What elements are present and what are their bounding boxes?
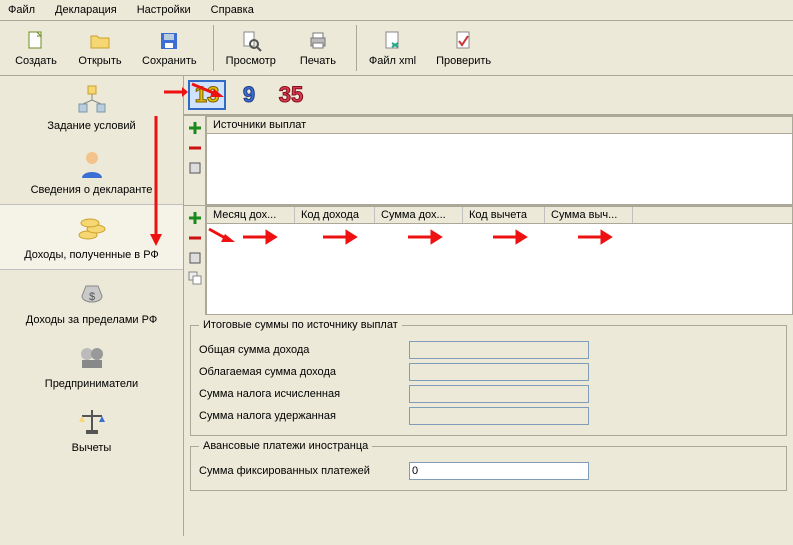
briefcase-icon	[76, 342, 108, 374]
annotation-arrow	[205, 225, 235, 247]
create-button[interactable]: Создать	[6, 25, 66, 71]
add-income-button[interactable]	[187, 210, 203, 226]
sidebar-item-income-abroad[interactable]: $ Доходы за пределами РФ	[0, 270, 183, 334]
print-button[interactable]: Печать	[288, 25, 348, 71]
sources-toolbar	[184, 116, 206, 205]
edit-income-button[interactable]	[187, 250, 203, 266]
col-month[interactable]: Месяц дох...	[207, 207, 295, 223]
edit-source-button[interactable]	[187, 160, 203, 176]
remove-source-button[interactable]	[187, 140, 203, 156]
copy-icon	[188, 271, 202, 285]
copy-income-button[interactable]	[187, 270, 203, 286]
col-code-income[interactable]: Код дохода	[295, 207, 375, 223]
scales-icon	[76, 406, 108, 438]
check-file-icon	[452, 29, 476, 53]
rate-35-button[interactable]: 35	[272, 80, 310, 110]
save-disk-icon	[157, 29, 181, 53]
col-sum-deduct[interactable]: Сумма выч...	[545, 207, 633, 223]
tree-icon	[76, 84, 108, 116]
tax-withheld-field	[409, 407, 589, 425]
sidebar-item-declarant[interactable]: Сведения о декларанте	[0, 140, 183, 204]
menu-help[interactable]: Справка	[207, 2, 258, 18]
sidebar-entrepreneur-label: Предприниматели	[45, 378, 138, 390]
totals-group: Итоговые суммы по источнику выплат Общая…	[190, 319, 787, 436]
person-icon	[76, 148, 108, 180]
sidebar-item-deductions[interactable]: Вычеты	[0, 398, 183, 462]
income-grid[interactable]: Месяц дох... Код дохода Сумма дох... Код…	[206, 206, 793, 315]
check-button[interactable]: Проверить	[428, 25, 499, 71]
tax-calculated-field	[409, 385, 589, 403]
xml-button[interactable]: Файл xml	[361, 25, 424, 71]
new-file-icon	[24, 29, 48, 53]
tax-calculated-label: Сумма налога исчисленная	[199, 388, 409, 400]
money-bag-icon: $	[76, 278, 108, 310]
xml-file-icon	[381, 29, 405, 53]
magnifier-icon	[239, 29, 263, 53]
add-source-button[interactable]	[187, 120, 203, 136]
open-folder-icon	[88, 29, 112, 53]
sources-list[interactable]: Источники выплат	[206, 116, 793, 205]
rate-9-button[interactable]: 9	[230, 80, 268, 110]
plus-icon	[188, 211, 202, 225]
preview-label: Просмотр	[226, 55, 276, 67]
sidebar-income-abroad-label: Доходы за пределами РФ	[26, 314, 157, 326]
rate-bar: 13 9 35	[184, 76, 793, 115]
sidebar-conditions-label: Задание условий	[47, 120, 135, 132]
sidebar-item-income-rf[interactable]: Доходы, полученные в РФ	[0, 204, 183, 270]
taxable-income-field	[409, 363, 589, 381]
menubar: Файл Декларация Настройки Справка	[0, 0, 793, 21]
sidebar-item-conditions[interactable]: Задание условий	[0, 76, 183, 140]
sidebar-declarant-label: Сведения о декларанте	[31, 184, 153, 196]
print-label: Печать	[300, 55, 336, 67]
save-label: Сохранить	[142, 55, 197, 67]
sidebar-income-rf-label: Доходы, полученные в РФ	[24, 249, 159, 261]
open-button[interactable]: Открыть	[70, 25, 130, 71]
sidebar-item-entrepreneur[interactable]: Предприниматели	[0, 334, 183, 398]
advance-group: Авансовые платежи иностранца Сумма фикси…	[190, 440, 787, 491]
menu-declaration[interactable]: Декларация	[51, 2, 121, 18]
remove-income-button[interactable]	[187, 230, 203, 246]
advance-fixed-label: Сумма фиксированных платежей	[199, 465, 409, 477]
taxable-income-label: Облагаемая сумма дохода	[199, 366, 409, 378]
coins-icon	[76, 213, 108, 245]
svg-text:$: $	[88, 291, 94, 303]
menu-settings[interactable]: Настройки	[133, 2, 195, 18]
sources-panel: Источники выплат	[184, 115, 793, 205]
advance-fixed-field[interactable]	[409, 462, 589, 480]
content: 13 9 35 Источники выплат	[184, 76, 793, 536]
edit-icon	[188, 161, 202, 175]
menu-file[interactable]: Файл	[4, 2, 39, 18]
sidebar-deductions-label: Вычеты	[72, 442, 112, 454]
income-toolbar	[184, 206, 206, 315]
income-grid-panel: Месяц дох... Код дохода Сумма дох... Код…	[184, 205, 793, 315]
total-income-field	[409, 341, 589, 359]
open-label: Открыть	[78, 55, 121, 67]
totals-legend: Итоговые суммы по источнику выплат	[199, 319, 402, 331]
printer-icon	[306, 29, 330, 53]
check-label: Проверить	[436, 55, 491, 67]
rate-13-button[interactable]: 13	[188, 80, 226, 110]
col-code-deduct[interactable]: Код вычета	[463, 207, 545, 223]
annotation-arrow	[213, 227, 643, 247]
advance-legend: Авансовые платежи иностранца	[199, 440, 372, 452]
create-label: Создать	[15, 55, 57, 67]
toolbar: Создать Открыть Сохранить Просмотр Печат…	[0, 21, 793, 76]
edit-icon	[188, 251, 202, 265]
tax-withheld-label: Сумма налога удержанная	[199, 410, 409, 422]
col-sum-income[interactable]: Сумма дох...	[375, 207, 463, 223]
preview-button[interactable]: Просмотр	[218, 25, 284, 71]
minus-icon	[188, 141, 202, 155]
sidebar: Задание условий Сведения о декларанте До…	[0, 76, 184, 536]
xml-label: Файл xml	[369, 55, 416, 67]
plus-icon	[188, 121, 202, 135]
main-area: Задание условий Сведения о декларанте До…	[0, 76, 793, 536]
minus-icon	[188, 231, 202, 245]
save-button[interactable]: Сохранить	[134, 25, 205, 71]
sources-title: Источники выплат	[213, 119, 306, 131]
total-income-label: Общая сумма дохода	[199, 344, 409, 356]
